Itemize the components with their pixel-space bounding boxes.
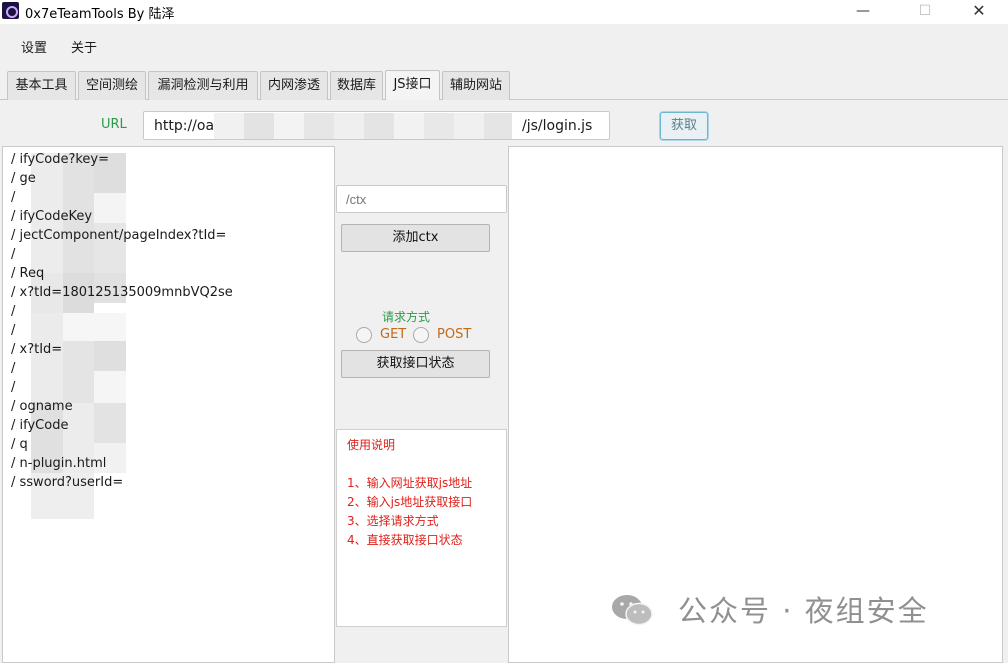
- endpoint-item: / ifyCodeKey: [11, 209, 93, 224]
- redaction-blur: [484, 113, 512, 139]
- endpoint-item: / q: [11, 437, 28, 452]
- url-label: URL: [101, 117, 127, 132]
- window-title: 0x7eTeamTools By 陆泽: [25, 7, 175, 22]
- endpoint-item: /: [11, 247, 16, 262]
- post-radio[interactable]: [413, 327, 429, 343]
- post-radio-label[interactable]: POST: [437, 327, 471, 342]
- endpoint-item: /: [11, 190, 16, 205]
- url-value-start: http://oa: [154, 118, 215, 134]
- redaction-blur: [364, 113, 394, 139]
- menu-bar: 设置 关于: [0, 32, 1008, 60]
- help-step: 3、选择请求方式: [347, 514, 439, 528]
- help-step: 4、直接获取接口状态: [347, 533, 463, 547]
- tab-space-mapping[interactable]: 空间测绘: [78, 71, 146, 100]
- redaction-blur: [304, 113, 334, 139]
- redaction-blur: [334, 113, 364, 139]
- menu-about[interactable]: 关于: [71, 37, 97, 56]
- watermark: 公众号 · 夜组安全: [610, 588, 980, 632]
- url-input[interactable]: http://oa /js/login.js: [143, 111, 610, 140]
- help-step: 2、输入js地址获取接口: [347, 495, 473, 509]
- tab-database[interactable]: 数据库: [330, 71, 383, 100]
- get-radio-label[interactable]: GET: [380, 327, 406, 342]
- redaction-blur: [424, 113, 454, 139]
- endpoint-item: / ssword?userId=: [11, 475, 124, 490]
- url-value-end: /js/login.js: [522, 118, 593, 134]
- result-panel[interactable]: [508, 146, 1003, 663]
- endpoint-item: /: [11, 323, 16, 338]
- endpoint-item: / n-plugin.html: [11, 456, 107, 471]
- help-panel: 使用说明 1、输入网址获取js地址 2、输入js地址获取接口 3、选择请求方式 …: [336, 429, 507, 627]
- menu-settings[interactable]: 设置: [21, 37, 47, 56]
- endpoint-item: /: [11, 361, 16, 376]
- title-bar: 0x7eTeamTools By 陆泽 — ☐ ✕: [0, 0, 1008, 24]
- get-radio[interactable]: [356, 327, 372, 343]
- help-step: 1、输入网址获取js地址: [347, 476, 473, 490]
- get-status-button[interactable]: 获取接口状态: [341, 350, 490, 378]
- tab-basic-tools[interactable]: 基本工具: [7, 71, 76, 100]
- redaction-blur: [394, 113, 424, 139]
- request-method-label: 请求方式: [382, 310, 431, 324]
- endpoint-item: / ogname: [11, 399, 73, 414]
- app-logo-icon: [2, 2, 19, 19]
- redaction-blur: [244, 113, 274, 139]
- close-button[interactable]: ✕: [956, 0, 1002, 24]
- tab-vuln-detection[interactable]: 漏洞检测与利用: [148, 71, 258, 100]
- redaction-blur: [274, 113, 304, 139]
- tab-intranet[interactable]: 内网渗透: [260, 71, 328, 100]
- endpoint-item: /: [11, 380, 16, 395]
- endpoint-item: / ge: [11, 171, 36, 186]
- tab-aux-sites[interactable]: 辅助网站: [442, 71, 510, 100]
- redaction-blur: [454, 113, 484, 139]
- redaction-blur: [214, 113, 244, 139]
- maximize-button[interactable]: ☐: [902, 0, 948, 24]
- wechat-icon: [612, 595, 653, 626]
- endpoint-list[interactable]: / ifyCode?key= / ge / / ifyCodeKey / jec…: [2, 146, 335, 663]
- add-ctx-button[interactable]: 添加ctx: [341, 224, 490, 252]
- tab-js-interface[interactable]: JS接口: [385, 70, 440, 100]
- endpoint-item: /: [11, 304, 16, 319]
- tab-bar: 基本工具 空间测绘 漏洞检测与利用 内网渗透 数据库 JS接口 辅助网站: [0, 66, 1008, 100]
- endpoint-item: / x?tId=180125135009mnbVQ2se: [11, 285, 233, 300]
- endpoint-item: / jectComponent/pageIndex?tId=: [11, 228, 227, 243]
- ctx-input[interactable]: [336, 185, 507, 213]
- endpoint-item: / ifyCode: [11, 418, 69, 433]
- fetch-button[interactable]: 获取: [660, 112, 708, 140]
- endpoint-item: / x?tId=: [11, 342, 63, 357]
- endpoint-item: / Req: [11, 266, 45, 281]
- help-title: 使用说明: [347, 438, 396, 452]
- endpoint-item: / ifyCode?key=: [11, 152, 109, 167]
- minimize-button[interactable]: —: [840, 0, 886, 24]
- watermark-text: 公众号 · 夜组安全: [678, 594, 929, 628]
